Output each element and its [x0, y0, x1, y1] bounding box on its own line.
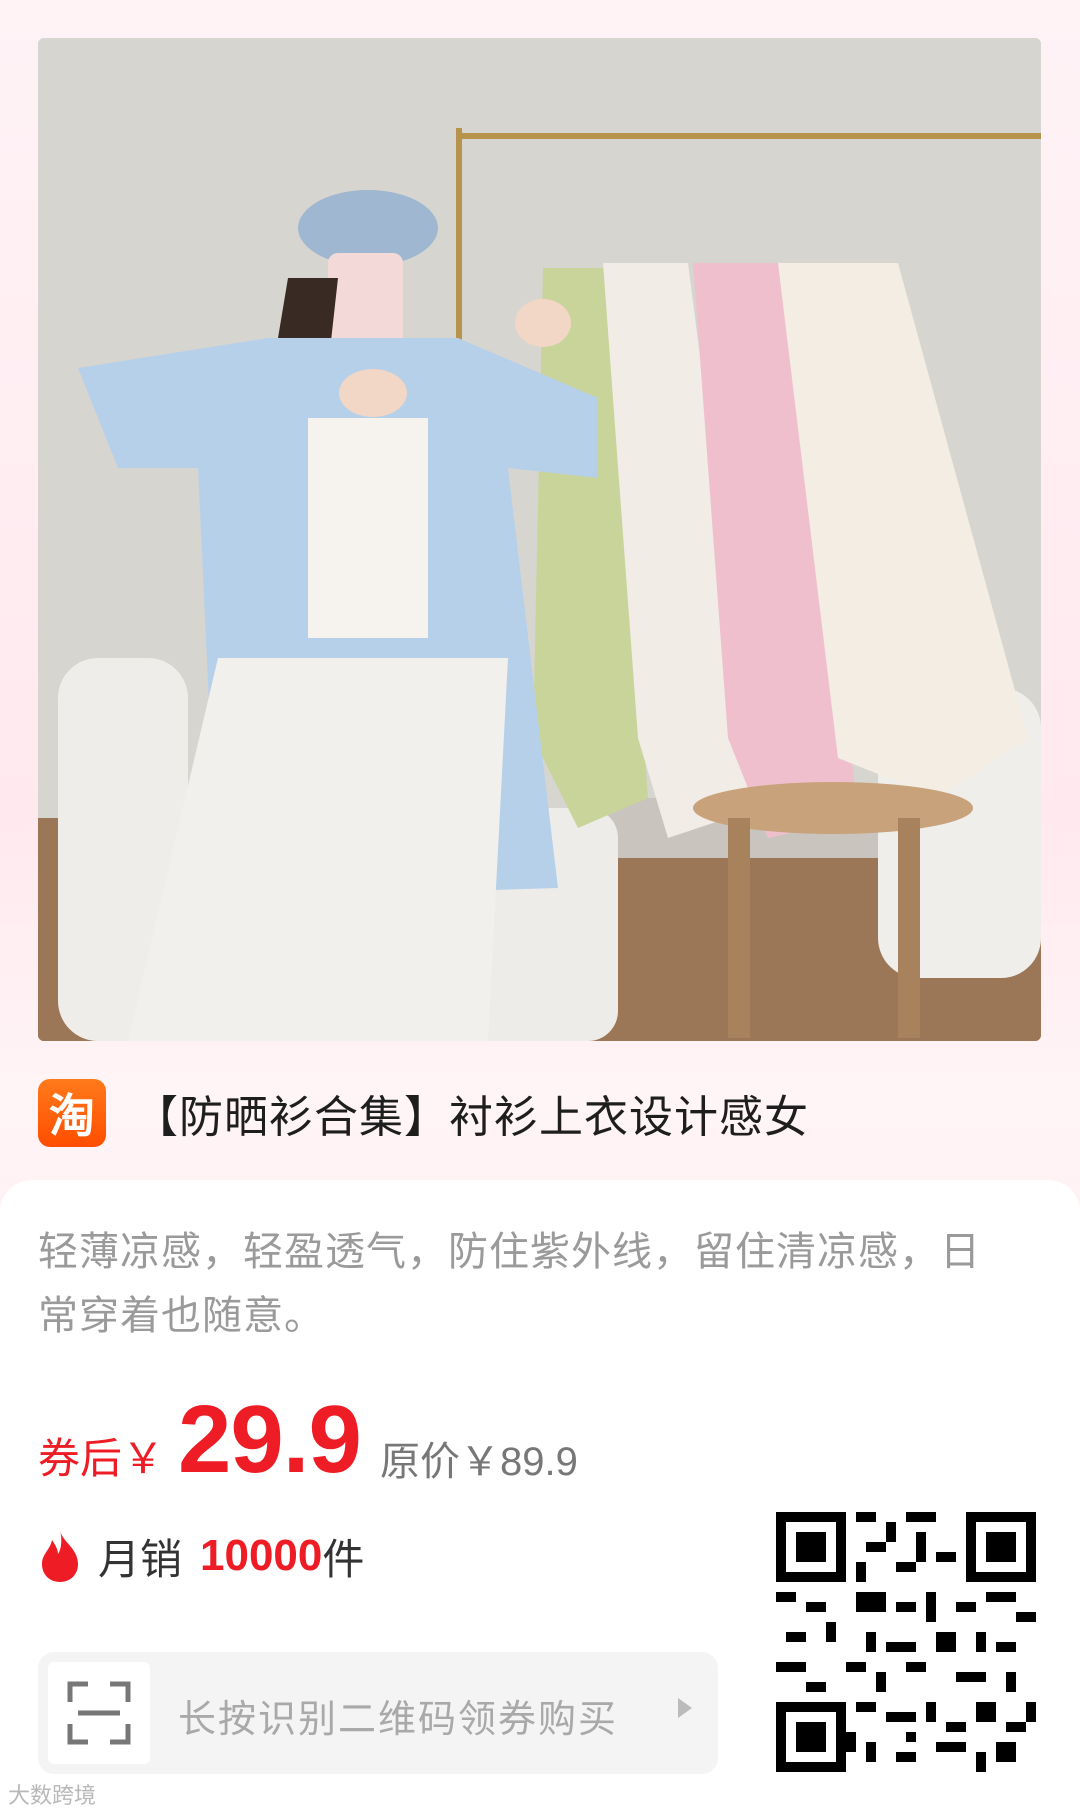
product-title: 【防晒衫合集】衬衫上衣设计感女 [134, 1093, 809, 1142]
product-title-row: 淘 【防晒衫合集】衬衫上衣设计感女 [38, 1078, 1041, 1148]
product-description: 轻薄凉感，轻盈透气，防住紫外线，留住清凉感，日常穿着也随意。 [38, 1230, 981, 1338]
sales-label: 月销 [98, 1535, 183, 1583]
original-price: 原价￥89.9 [380, 1440, 578, 1484]
taobao-logo-icon: 淘 [38, 1079, 106, 1147]
sales-count: 10000 [200, 1531, 323, 1580]
scan-coupon-button[interactable]: 长按识别二维码领券购买 [38, 1652, 718, 1774]
sales-unit: 件 [322, 1535, 365, 1583]
monthly-sales: 月销 10000 件 [38, 1520, 598, 1592]
watermark: 大数跨境 [8, 1783, 97, 1808]
coupon-price: 29.9 [178, 1386, 362, 1493]
fire-icon [42, 1530, 78, 1582]
price-row: 券后￥ 29.9 原价￥89.9 [38, 1385, 738, 1495]
coupon-price-label: 券后￥ [38, 1435, 165, 1482]
scan-frame-icon [48, 1662, 150, 1764]
chevron-right-icon [678, 1698, 692, 1718]
product-photo[interactable] [38, 38, 1041, 1041]
qr-code[interactable] [776, 1512, 1036, 1772]
scan-coupon-label: 长按识别二维码领券购买 [178, 1699, 619, 1741]
